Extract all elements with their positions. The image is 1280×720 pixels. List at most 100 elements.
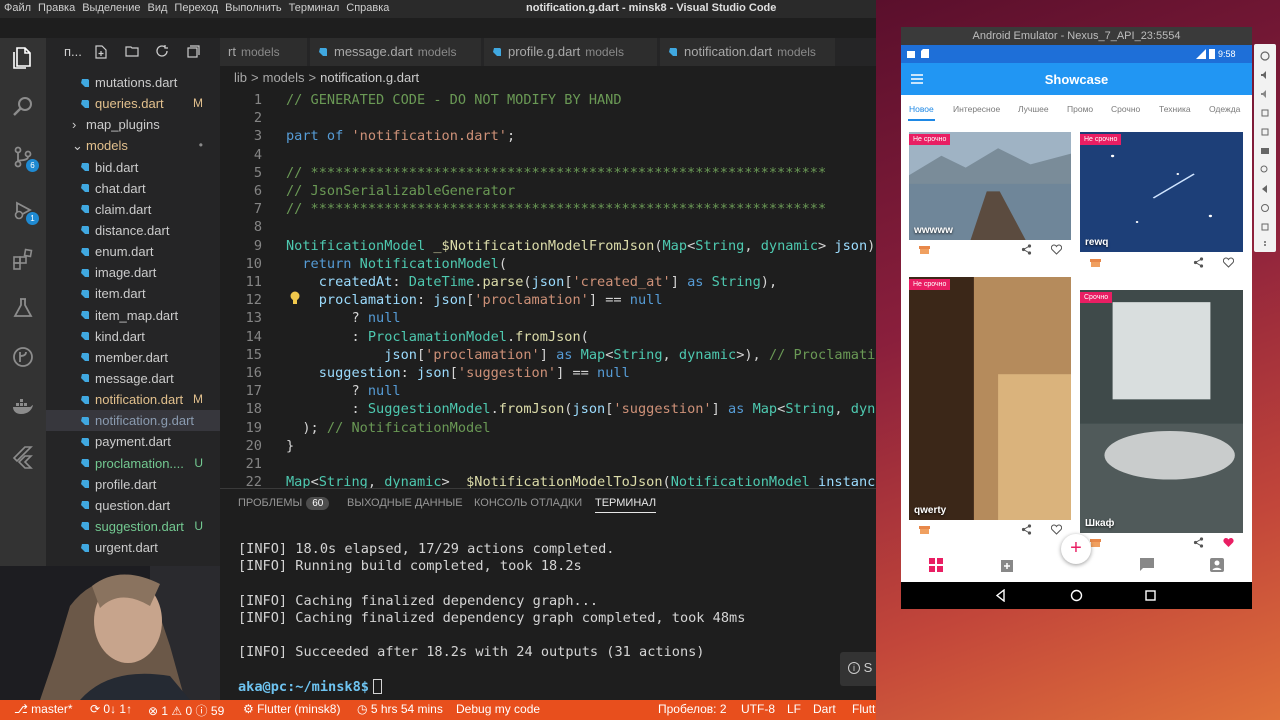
flutter-icon[interactable] (11, 445, 35, 469)
menu-item[interactable]: Выполнить (225, 2, 281, 14)
explorer-icon[interactable] (11, 46, 35, 70)
file-item[interactable]: suggestion.dart U (46, 516, 220, 537)
item-card-image[interactable]: Не срочно wwwww (909, 132, 1071, 240)
chat-nav-icon[interactable] (1140, 558, 1154, 572)
debug-mode-status[interactable]: Debug my code (456, 702, 540, 716)
file-item[interactable]: image.dart (46, 262, 220, 283)
menu-item[interactable]: Переход (174, 2, 218, 14)
file-item[interactable]: kind.dart (46, 326, 220, 347)
overview-icon[interactable] (1260, 222, 1270, 232)
new-file-icon[interactable] (95, 45, 107, 59)
testing-flask-icon[interactable] (11, 296, 35, 320)
language-status[interactable]: Dart (813, 702, 836, 716)
file-item[interactable]: bid.dart (46, 157, 220, 178)
eol-status[interactable]: LF (787, 702, 801, 716)
lightbulb-icon[interactable] (289, 291, 301, 305)
file-item[interactable]: urgent.dart (46, 537, 220, 558)
file-item[interactable]: distance.dart (46, 220, 220, 241)
notification-chip[interactable]: i S (840, 652, 876, 686)
item-card-image[interactable]: Не срочно rewq (1080, 132, 1243, 252)
zoom-icon[interactable] (1260, 165, 1270, 175)
menu-item[interactable]: Выделение (82, 2, 140, 14)
back-icon[interactable] (1260, 184, 1270, 194)
nav-back-icon[interactable] (994, 589, 1007, 602)
breadcrumb-item[interactable]: notification.g.dart (320, 70, 419, 85)
branch-status[interactable]: ⎇ master* (14, 702, 73, 716)
category-tab[interactable]: Промо (1067, 104, 1093, 114)
file-item[interactable]: proclamation.... U (46, 453, 220, 474)
search-icon[interactable] (11, 95, 35, 119)
like-heart-icon[interactable] (1051, 244, 1062, 255)
docker-icon[interactable] (11, 395, 35, 419)
category-tab[interactable]: Новое (909, 104, 934, 114)
menu-item[interactable]: Файл (4, 2, 31, 14)
flutter-extra-status[interactable]: Flutt (852, 702, 875, 716)
category-tab[interactable]: Интересное (953, 104, 1000, 114)
file-item[interactable]: payment.dart (46, 431, 220, 452)
category-tab[interactable]: Срочно (1111, 104, 1140, 114)
underway-nav-icon[interactable] (999, 558, 1013, 572)
profile-nav-icon[interactable] (1210, 558, 1224, 572)
editor-tab[interactable]: rt models (220, 38, 308, 66)
item-card-image[interactable]: Не срочно qwerty (909, 277, 1071, 520)
folder-item[interactable]: › map_plugins (46, 114, 220, 135)
nav-recents-icon[interactable] (1144, 589, 1157, 602)
category-tab[interactable]: Лучшее (1018, 104, 1049, 114)
refresh-icon[interactable] (156, 45, 169, 58)
file-item[interactable]: enum.dart (46, 241, 220, 262)
new-folder-icon[interactable] (125, 45, 139, 57)
like-heart-icon[interactable] (1223, 257, 1234, 268)
share-icon[interactable] (1193, 257, 1204, 268)
sync-status[interactable]: ⟳ 0↓ 1↑ (90, 702, 132, 716)
share-icon[interactable] (1021, 524, 1032, 535)
panel-tab[interactable]: ПРОБЛЕМЫ 60 (238, 497, 330, 510)
rotate-right-icon[interactable] (1260, 127, 1270, 137)
file-item[interactable]: item.dart (46, 283, 220, 304)
more-icon[interactable] (1260, 239, 1270, 249)
encoding-status[interactable]: UTF-8 (741, 702, 775, 716)
file-item[interactable]: member.dart (46, 347, 220, 368)
extensions-icon[interactable] (11, 247, 35, 271)
share-icon[interactable] (1021, 244, 1032, 255)
rotate-left-icon[interactable] (1260, 108, 1270, 118)
file-item[interactable]: queries.dart M (46, 93, 220, 114)
menu-item[interactable]: Справка (346, 2, 389, 14)
like-heart-icon[interactable] (1051, 524, 1062, 535)
file-item[interactable]: question.dart (46, 495, 220, 516)
collapse-all-icon[interactable] (187, 45, 200, 58)
editor-tab[interactable]: notification.dart models (660, 38, 836, 66)
emulator-power-icon[interactable] (1260, 51, 1270, 61)
breadcrumb-item[interactable]: models (263, 70, 305, 85)
editor-tab[interactable]: profile.g.dart models (484, 38, 658, 66)
indentation-status[interactable]: Пробелов: 2 (658, 702, 727, 716)
volume-up-icon[interactable] (1260, 70, 1270, 80)
nav-home-icon[interactable] (1070, 589, 1083, 602)
file-item[interactable]: mutations.dart (46, 72, 220, 93)
menu-item[interactable]: Терминал (289, 2, 340, 14)
screenshot-icon[interactable] (1260, 146, 1270, 156)
time-tracker-status[interactable]: ◷ 5 hrs 54 mins (357, 702, 443, 716)
file-item[interactable]: message.dart (46, 368, 220, 389)
panel-tab[interactable]: ТЕРМИНАЛ (595, 497, 657, 513)
item-card-image[interactable]: Срочно Шкаф (1080, 290, 1243, 533)
file-item[interactable]: chat.dart (46, 178, 220, 199)
problems-status[interactable]: ⊗ 1 ⚠ 0 ⓘ 59 (148, 702, 224, 719)
file-item[interactable]: claim.dart (46, 199, 220, 220)
category-tab[interactable]: Одежда (1209, 104, 1240, 114)
breadcrumb-item[interactable]: lib (234, 70, 247, 85)
flutter-device-status[interactable]: ⚙ Flutter (minsk8) (243, 702, 340, 716)
add-item-fab[interactable]: + (1061, 534, 1091, 564)
panel-tab[interactable]: КОНСОЛЬ ОТЛАДКИ (474, 497, 582, 509)
file-item[interactable]: notification.g.dart (46, 410, 220, 432)
debug-icon[interactable]: 1 (11, 198, 39, 225)
menu-item[interactable]: Правка (38, 2, 75, 14)
home-icon[interactable] (1260, 203, 1270, 213)
showcase-nav-icon[interactable] (929, 558, 943, 572)
git-graph-icon[interactable] (11, 345, 35, 369)
file-item[interactable]: notification.dart M (46, 389, 220, 410)
code-editor[interactable]: 1 // GENERATED CODE - DO NOT MODIFY BY HA… (220, 88, 876, 488)
volume-down-icon[interactable] (1260, 89, 1270, 99)
share-icon[interactable] (1193, 537, 1204, 548)
file-item[interactable]: item_map.dart (46, 305, 220, 326)
panel-tab[interactable]: ВЫХОДНЫЕ ДАННЫЕ (347, 497, 463, 509)
